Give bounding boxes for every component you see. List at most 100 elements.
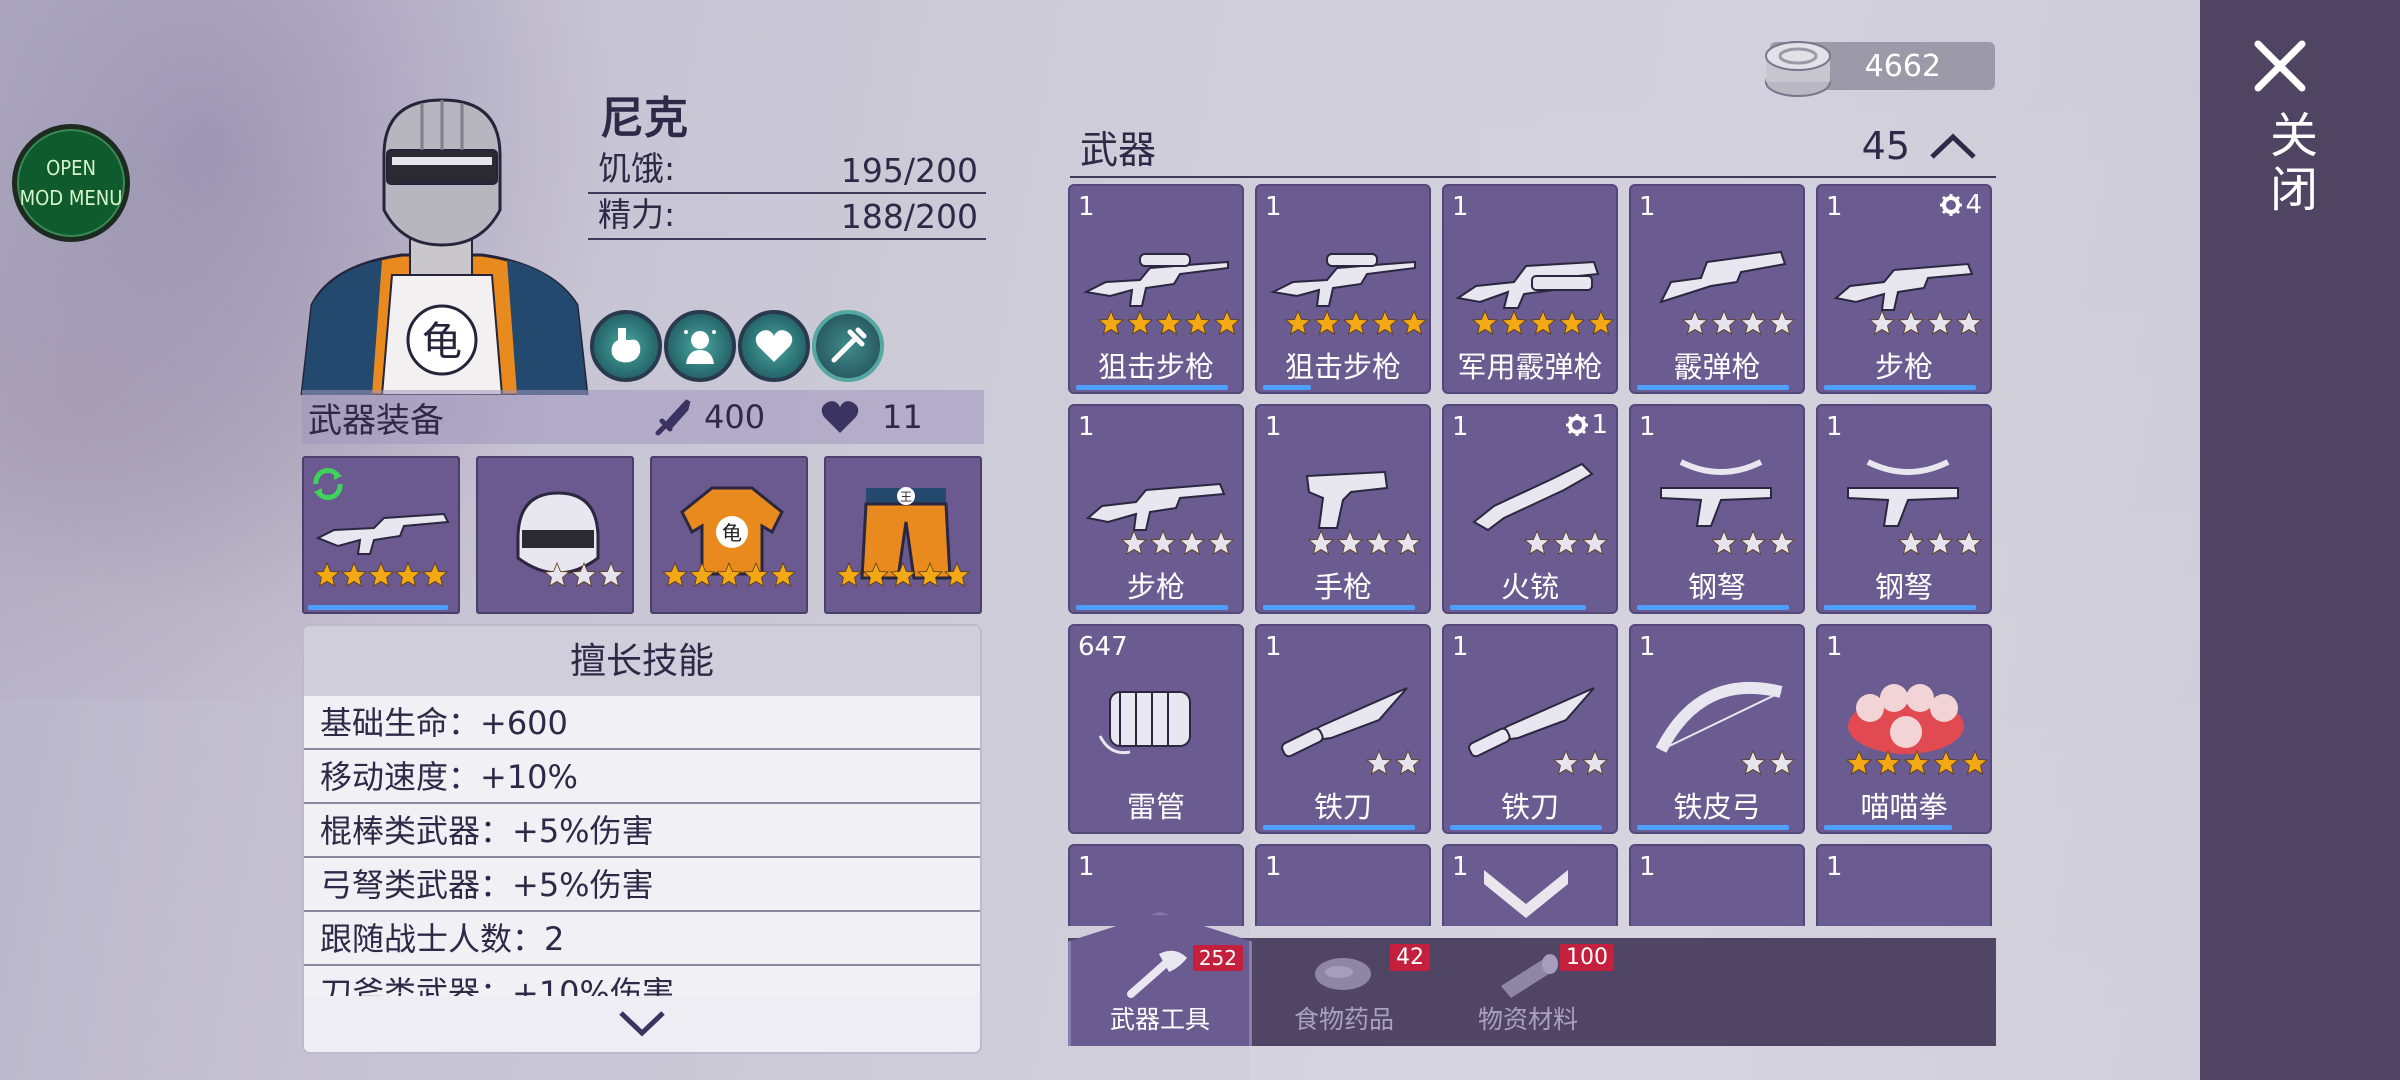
shotgun-mil-icon	[1454, 222, 1608, 322]
weapon-card[interactable]: 1	[1255, 844, 1431, 926]
upgrade-level-value: 4	[1965, 190, 1982, 220]
close-button-label[interactable]: 关闭	[2254, 110, 2324, 218]
skills-panel[interactable]: 擅长技能 基础生命：+600 移动速度：+10% 棍棒类武器：+5%伤害 弓弩类…	[302, 624, 982, 1054]
durability-bar	[1637, 605, 1789, 610]
durability-bar	[1263, 825, 1415, 830]
character-name: 尼克	[600, 93, 688, 144]
weapon-card[interactable]: 1 铁皮弓	[1629, 624, 1805, 834]
star-rating	[826, 561, 980, 592]
attack-stat: 400	[652, 397, 765, 437]
item-quantity: 1	[1639, 632, 1656, 662]
gear-icon	[1566, 414, 1589, 436]
item-name: 手枪	[1313, 570, 1372, 604]
weapon-card[interactable]: 1 军用霰弹枪	[1442, 184, 1618, 394]
item-name: 霰弹枪	[1673, 350, 1761, 384]
weapon-card[interactable]: 1	[1629, 844, 1805, 926]
star-icon	[1394, 749, 1422, 780]
rifle-icon	[315, 512, 450, 555]
skill-row: 基础生命：+600	[304, 696, 980, 750]
weapon-card[interactable]: 1	[1816, 844, 1992, 926]
item-name: 钢弩	[1874, 570, 1933, 604]
weapon-card[interactable]: 1 狙击步枪	[1068, 184, 1244, 394]
star-rating	[1284, 309, 1428, 340]
bow-icon	[1641, 662, 1795, 762]
star-icon	[1581, 529, 1609, 560]
item-quantity: 1	[1639, 412, 1656, 442]
durability-bar	[1637, 825, 1789, 830]
item-name: 步枪	[1126, 570, 1185, 604]
weapon-card[interactable]: 1 霰弹枪	[1629, 184, 1805, 394]
upgrade-level: 1	[1565, 410, 1608, 440]
shotgun-icon	[1641, 222, 1795, 322]
open-mod-menu-button[interactable]: OPEN MOD MENU	[12, 124, 130, 242]
svg-text:王: 王	[900, 490, 912, 504]
tab-badge: 42	[1390, 944, 1430, 971]
durability-bar	[1076, 385, 1228, 390]
dynamite-icon	[1080, 662, 1234, 762]
weapon-card[interactable]: 1 1 火铳	[1442, 404, 1618, 614]
catfist-icon	[1828, 662, 1982, 762]
knife-icon	[1267, 662, 1421, 762]
weapon-card[interactable]: 1 狙击步枪	[1255, 184, 1431, 394]
tab-label: 食物药品	[1293, 1005, 1394, 1034]
star-icon	[1926, 529, 1954, 560]
star-icon	[1400, 309, 1428, 340]
weapon-card[interactable]: 1 喵喵拳	[1816, 624, 1992, 834]
tab-materials[interactable]: 100 物资材料	[1436, 938, 1620, 1046]
weapon-card[interactable]: 1 铁刀	[1255, 624, 1431, 834]
heart-icon[interactable]	[738, 310, 810, 382]
item-name: 铁刀	[1500, 790, 1559, 824]
equip-slot-shirt[interactable]: 龟	[650, 456, 808, 614]
stomach-icon[interactable]	[590, 310, 662, 382]
equip-slot-helmet[interactable]	[476, 456, 634, 614]
item-name: 钢弩	[1687, 570, 1746, 604]
equip-slot-pants[interactable]: 王	[824, 456, 982, 614]
star-rating	[1365, 749, 1422, 780]
item-name: 铁皮弓	[1673, 790, 1761, 824]
weapon-card[interactable]: 1 铁刀	[1442, 624, 1618, 834]
weapon-card[interactable]: 647 雷管	[1068, 624, 1244, 834]
weapon-card[interactable]: 1 手枪	[1255, 404, 1431, 614]
svg-text:龟: 龟	[422, 319, 462, 365]
blunderbuss-icon	[1454, 442, 1608, 542]
star-icon	[1149, 529, 1177, 560]
equipment-title: 武器装备	[308, 400, 444, 441]
item-name: 步枪	[1874, 350, 1933, 384]
weapons-count-toggle[interactable]: 45	[1862, 124, 1978, 168]
star-icon	[1120, 529, 1148, 560]
star-icon	[769, 561, 797, 592]
svg-text:龟: 龟	[722, 521, 742, 545]
attack-value: 400	[704, 398, 766, 436]
star-rating	[1120, 529, 1235, 560]
weapon-card[interactable]: 1 钢弩	[1816, 404, 1992, 614]
star-icon	[889, 561, 917, 592]
weapon-card[interactable]: 1 步枪	[1068, 404, 1244, 614]
star-icon	[313, 561, 341, 592]
tab-food-medicine[interactable]: 42 食物药品	[1252, 938, 1436, 1046]
hunger-label: 饥饿:	[598, 149, 676, 188]
item-quantity: 1	[1826, 412, 1843, 442]
syringe-icon[interactable]	[812, 310, 884, 382]
star-icon	[367, 561, 395, 592]
close-icon[interactable]	[2252, 38, 2308, 94]
durability-bar	[1450, 605, 1586, 610]
star-icon	[1681, 309, 1709, 340]
meat-icon	[1315, 958, 1371, 990]
weapon-grid[interactable]: 1 狙击步枪 1 狙击步枪 1 军用霰弹枪 1 霰弹枪 1 4 步枪 1 步枪 1 手枪 1 1 火铳 1 钢弩 1 钢弩…	[1068, 184, 1998, 926]
character-icon[interactable]	[664, 310, 736, 382]
star-rating	[1471, 309, 1615, 340]
star-icon	[1155, 309, 1183, 340]
weapons-title: 武器	[1080, 127, 1157, 172]
item-quantity: 1	[1452, 852, 1469, 882]
durability-bar	[1263, 605, 1415, 610]
star-rating	[652, 561, 806, 592]
weapon-card[interactable]: 1 钢弩	[1629, 404, 1805, 614]
log-icon	[1501, 954, 1558, 998]
star-rating	[478, 561, 632, 592]
status-icons	[590, 310, 884, 382]
equip-slot-weapon[interactable]	[302, 456, 460, 614]
skills-expand-button[interactable]	[304, 996, 980, 1052]
tab-weapons-tools[interactable]: 252 武器工具	[1068, 912, 1252, 1046]
weapon-card[interactable]: 1 4 步枪	[1816, 184, 1992, 394]
item-quantity: 1	[1265, 632, 1282, 662]
